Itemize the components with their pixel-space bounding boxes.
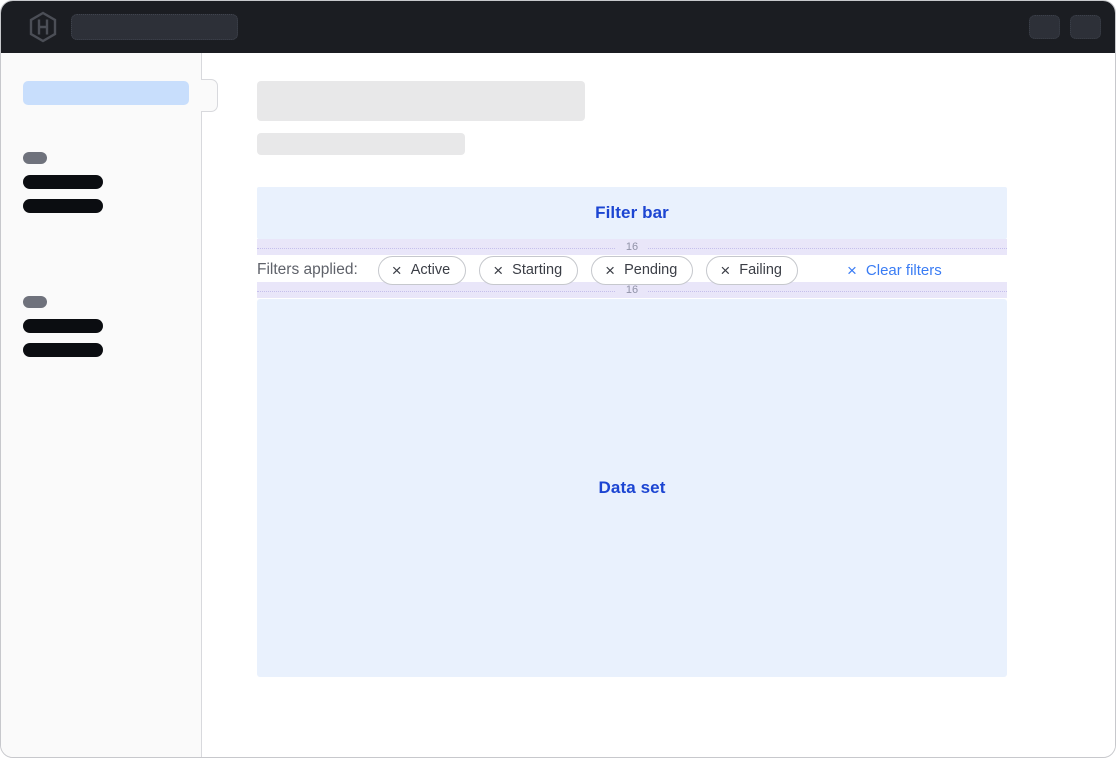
sidebar-section-heading-placeholder-2 bbox=[23, 296, 47, 308]
hashicorp-logo-icon bbox=[28, 11, 58, 43]
sidebar bbox=[1, 53, 202, 757]
sidebar-nav-item-placeholder-2[interactable] bbox=[23, 199, 103, 213]
sidebar-nav-item-placeholder-1[interactable] bbox=[23, 175, 103, 189]
sidebar-active-item[interactable] bbox=[23, 81, 189, 105]
sidebar-section-heading-placeholder-1 bbox=[23, 152, 47, 164]
sidebar-nav-item-placeholder-3[interactable] bbox=[23, 319, 103, 333]
filter-chip-starting[interactable]: × Starting bbox=[479, 256, 578, 285]
chip-label: Failing bbox=[739, 262, 782, 278]
filters-row: Filters applied: × Active × Starting × P… bbox=[257, 255, 1007, 285]
spacing-annotation-top: 16 bbox=[257, 239, 1007, 255]
filters-applied-label: Filters applied: bbox=[257, 261, 358, 279]
spacing-value: 16 bbox=[616, 239, 648, 255]
filter-bar-label: Filter bar bbox=[595, 203, 669, 223]
data-set-label: Data set bbox=[599, 478, 666, 498]
data-set-region: Data set bbox=[257, 299, 1007, 677]
filter-bar-region: Filter bar bbox=[257, 187, 1007, 239]
chip-remove-icon[interactable]: × bbox=[720, 262, 730, 279]
sidebar-nav-item-placeholder-4[interactable] bbox=[23, 343, 103, 357]
chip-label: Starting bbox=[512, 262, 562, 278]
topbar-action-placeholder-1[interactable] bbox=[1029, 15, 1060, 39]
topbar-nav-placeholder bbox=[71, 14, 238, 40]
filter-chip-pending[interactable]: × Pending bbox=[591, 256, 693, 285]
app-window: Filter bar 16 Filters applied: × Active … bbox=[0, 0, 1116, 758]
clear-filters-icon: × bbox=[847, 262, 857, 279]
sidebar-toggle-notch[interactable] bbox=[201, 79, 218, 112]
clear-filters-label: Clear filters bbox=[866, 262, 942, 279]
main-content: Filter bar 16 Filters applied: × Active … bbox=[203, 53, 1115, 757]
chip-remove-icon[interactable]: × bbox=[493, 262, 503, 279]
topbar bbox=[1, 1, 1115, 53]
filter-chip-active[interactable]: × Active bbox=[378, 256, 466, 285]
chip-remove-icon[interactable]: × bbox=[392, 262, 402, 279]
clear-filters-button[interactable]: × Clear filters bbox=[847, 262, 942, 279]
filter-chip-failing[interactable]: × Failing bbox=[706, 256, 798, 285]
page-subtitle-placeholder bbox=[257, 133, 465, 155]
chip-label: Active bbox=[411, 262, 451, 278]
topbar-action-placeholder-2[interactable] bbox=[1070, 15, 1101, 39]
page-title-placeholder bbox=[257, 81, 585, 121]
chip-remove-icon[interactable]: × bbox=[605, 262, 615, 279]
chip-label: Pending bbox=[624, 262, 677, 278]
